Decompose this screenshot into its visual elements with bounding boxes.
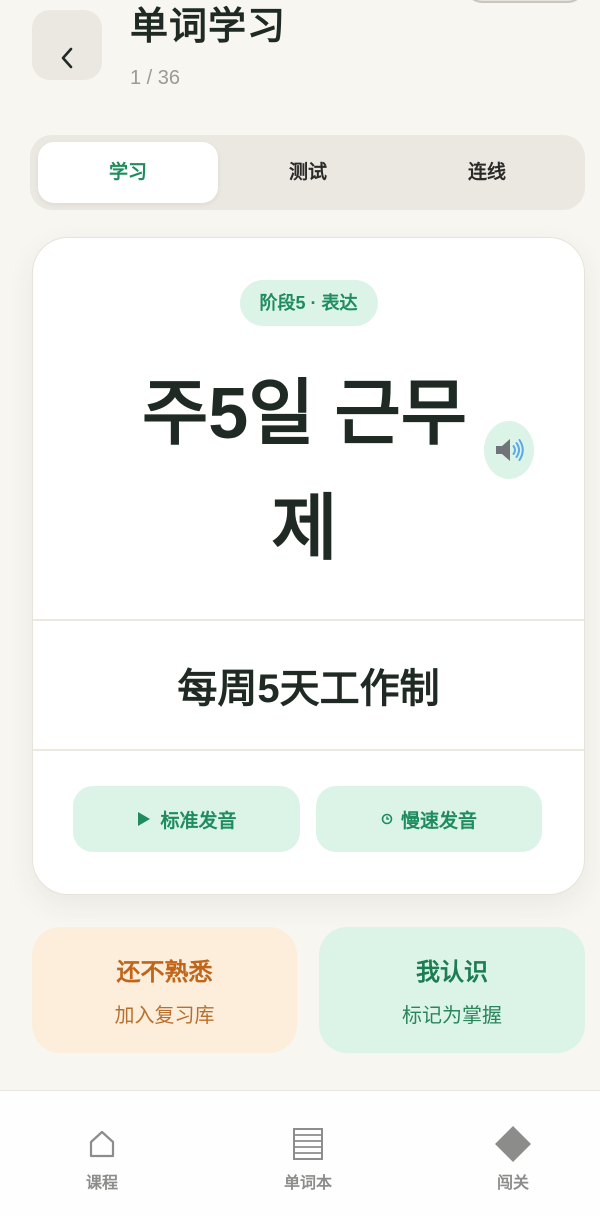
home-icon — [89, 1130, 115, 1158]
i-know-title: 我认识 — [416, 959, 488, 986]
standard-pronunciation-label: 标准发音 — [160, 810, 237, 832]
slow-pronunciation-button[interactable]: 慢速发音 — [316, 786, 542, 852]
card-divider-bottom — [33, 749, 584, 751]
mode-tabs: 学习 测试 连线 — [30, 135, 585, 210]
not-familiar-button[interactable]: 还不熟悉 加入复习库 — [32, 927, 297, 1053]
notebook-icon — [293, 1128, 323, 1160]
i-know-subtitle: 标记为掌握 — [402, 1005, 502, 1027]
tab-match[interactable]: 连线 — [397, 142, 577, 203]
tab-test[interactable]: 测试 — [218, 142, 398, 203]
word-card: 阶段5 · 表达 주5일 근무제 每周5天工作制 标准发音 慢速发音 — [32, 237, 585, 895]
not-familiar-title: 还不熟悉 — [116, 959, 213, 986]
speaker-button[interactable] — [484, 421, 534, 479]
nav-icon-wrap — [453, 1125, 573, 1163]
nav-icon-wrap — [42, 1125, 162, 1163]
nav-icon-wrap — [248, 1125, 368, 1163]
bottom-nav: 课程 单词本 闯关 — [0, 1090, 600, 1216]
page-title: 单词学习 — [130, 6, 287, 48]
nav-item-wordbook[interactable]: 单词本 — [248, 1091, 368, 1216]
slow-pronunciation-label: 慢速发音 — [400, 810, 477, 832]
nav-label-courses: 课程 — [85, 1175, 118, 1192]
clock-icon — [381, 813, 393, 825]
tab-study[interactable]: 学习 — [38, 142, 218, 203]
nav-label-challenge: 闯关 — [496, 1175, 529, 1192]
nav-item-courses[interactable]: 课程 — [42, 1091, 162, 1216]
diamond-icon — [495, 1126, 531, 1162]
speaker-icon — [496, 439, 524, 461]
i-know-button[interactable]: 我认识 标记为掌握 — [319, 927, 585, 1053]
play-icon — [138, 812, 151, 826]
chevron-left-icon — [61, 47, 73, 69]
stage-badge: 阶段5 · 表达 — [239, 280, 378, 326]
back-button[interactable] — [32, 10, 102, 80]
standard-pronunciation-button[interactable]: 标准发音 — [73, 786, 300, 852]
word-text: 주5일 근무제 — [141, 374, 467, 569]
not-familiar-subtitle: 加入复习库 — [114, 1005, 215, 1027]
nav-item-challenge[interactable]: 闯关 — [453, 1091, 573, 1216]
progress-counter: 1 / 36 — [130, 67, 181, 89]
nav-label-wordbook: 单词本 — [283, 1175, 332, 1192]
word-meaning: 每周5天工作制 — [177, 667, 440, 711]
top-right-pill[interactable] — [463, 0, 587, 3]
